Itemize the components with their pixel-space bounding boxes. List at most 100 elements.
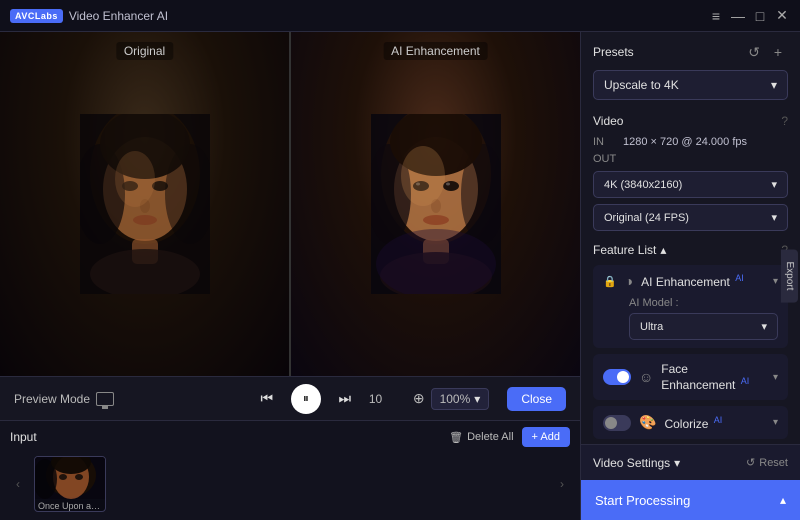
ai-enhancement-icon: ◑ (625, 273, 633, 289)
preset-dropdown[interactable]: Upscale to 4K ▾ (593, 70, 788, 100)
input-label: Input (10, 430, 37, 444)
pause-button[interactable]: ⏸ (291, 384, 321, 414)
zoom-dropdown[interactable]: 100% ▾ (431, 388, 490, 410)
refresh-presets-icon[interactable]: ↺ (748, 44, 760, 61)
trash-icon: 🗑 (449, 431, 463, 444)
start-processing-expand-icon: ▴ (780, 493, 786, 507)
input-scroll-area: ‹ (10, 453, 570, 515)
feature-list-title: Feature List ▴ (593, 243, 666, 257)
video-in-value: 1280 × 720 @ 24.000 fps (623, 136, 747, 148)
transport-controls: ⏮ ⏸ ⏭ 10 (255, 384, 393, 414)
enhanced-canvas (291, 32, 580, 376)
feature-list-section: Feature List ▴ ? 🔒 ◑ AI Enhancement AI ▾ (593, 243, 788, 444)
ai-model-chevron-icon: ▾ (761, 320, 767, 333)
feature-list-collapse-icon[interactable]: ▴ (660, 243, 666, 257)
hamburger-icon[interactable]: ≡ (708, 8, 724, 24)
add-button[interactable]: + Add (522, 427, 570, 447)
close-preview-button[interactable]: Close (507, 387, 566, 411)
export-tab[interactable]: Export (781, 250, 798, 303)
video-in-row: IN 1280 × 720 @ 24.000 fps (593, 136, 788, 148)
scroll-left-arrow[interactable]: ‹ (10, 464, 26, 504)
presets-title: Presets (593, 45, 634, 59)
start-processing-bar[interactable]: Start Processing ▴ (581, 480, 800, 520)
titlebar-left: AVCLabs Video Enhancer AI (10, 9, 168, 23)
feature-list-header: Feature List ▴ ? (593, 243, 788, 257)
preview-mode-text: Preview Mode (14, 392, 90, 406)
preset-selected: Upscale to 4K (604, 78, 679, 92)
video-out-row: OUT (593, 153, 788, 165)
preset-chevron-icon: ▾ (771, 78, 777, 92)
face-enhancement-expand-icon[interactable]: ▾ (773, 372, 778, 383)
app-container: AVCLabs Video Enhancer AI ≡ — □ ✕ Origin… (0, 0, 800, 520)
video-info-icon[interactable]: ? (781, 114, 788, 128)
app-logo: AVCLabs Video Enhancer AI (10, 9, 168, 23)
colorize-expand-icon[interactable]: ▾ (773, 417, 778, 428)
frame-counter: 10 (369, 392, 393, 406)
ai-model-label: AI Model : (629, 297, 778, 309)
maximize-button[interactable]: □ (752, 8, 768, 24)
add-preset-icon[interactable]: + (768, 42, 788, 62)
app-title: Video Enhancer AI (69, 9, 168, 23)
face-enhancement-toggle[interactable] (603, 369, 631, 385)
reset-icon: ↺ (746, 456, 755, 469)
right-panel: Export Presets ↺ + Upscale to 4K ▾ (580, 32, 800, 520)
feature-list-label: Feature List (593, 243, 656, 257)
scroll-right-arrow[interactable]: › (554, 464, 570, 504)
enhanced-video-panel: AI Enhancement (291, 32, 580, 376)
reset-button[interactable]: ↺ Reset (746, 456, 788, 469)
skip-back-button[interactable]: ⏮ (255, 387, 279, 411)
monitor-icon (96, 392, 114, 406)
ai-enhancement-subpanel: AI Model : Ultra ▾ (593, 297, 788, 348)
close-window-button[interactable]: ✕ (774, 8, 790, 24)
input-actions: 🗑 Delete All + Add (449, 427, 570, 447)
minimize-button[interactable]: — (730, 8, 746, 24)
colorize-toggle[interactable] (603, 415, 631, 431)
colorize-name: Colorize AI (664, 415, 765, 431)
ai-enhancement-header: 🔒 ◑ AI Enhancement AI ▾ (593, 265, 788, 297)
resolution-select-row: 4K (3840x2160) ▾ (593, 171, 788, 198)
zoom-icon[interactable]: ⊕ (413, 390, 425, 407)
feature-item-colorize: 🎨 Colorize AI ▾ (593, 406, 788, 439)
video-settings-chevron-icon[interactable]: ▾ (674, 456, 680, 470)
thumbnail-face (35, 457, 105, 499)
delete-all-button[interactable]: 🗑 Delete All (449, 431, 513, 444)
window-controls: ≡ — □ ✕ (708, 8, 790, 24)
right-content: Presets ↺ + Upscale to 4K ▾ Video ? (581, 32, 800, 444)
resolution-chevron-icon: ▾ (771, 178, 777, 191)
face-enhancement-icon: ☺ (639, 369, 653, 385)
zoom-chevron-icon: ▾ (474, 392, 480, 406)
ai-badge-1: AI (735, 273, 744, 283)
zoom-label: 100% (440, 392, 471, 406)
delete-all-label: Delete All (467, 431, 513, 443)
presets-actions: ↺ + (748, 42, 788, 62)
enhanced-face (371, 114, 501, 294)
original-label: Original (116, 42, 173, 60)
feature-item-face-enhancement: ☺ Face Enhancement AI ▾ (593, 354, 788, 400)
ai-enhancement-expand-icon[interactable]: ▾ (773, 276, 778, 287)
ai-enhancement-lock-icon: 🔒 (603, 275, 617, 288)
fps-selected: Original (24 FPS) (604, 212, 689, 224)
input-area: Input 🗑 Delete All + Add ‹ (0, 420, 580, 520)
skip-forward-button[interactable]: ⏭ (333, 387, 357, 411)
start-processing-label: Start Processing (595, 493, 690, 508)
video-settings-title: Video Settings ▾ (593, 456, 680, 470)
fps-select-row: Original (24 FPS) ▾ (593, 204, 788, 231)
ai-model-select[interactable]: Ultra ▾ (629, 313, 778, 340)
left-panel: Original (0, 32, 580, 520)
ai-model-selected: Ultra (640, 321, 663, 333)
face-enhancement-header: ☺ Face Enhancement AI ▾ (593, 354, 788, 400)
ai-enhancement-name: AI Enhancement AI (641, 273, 765, 289)
video-divider (289, 32, 291, 376)
colorize-icon: 🎨 (639, 414, 656, 431)
ai-badge-2: AI (741, 376, 750, 386)
ai-badge-3: AI (714, 415, 723, 425)
fps-select[interactable]: Original (24 FPS) ▾ (593, 204, 788, 231)
resolution-select[interactable]: 4K (3840x2160) ▾ (593, 171, 788, 198)
preview-mode: Preview Mode (14, 392, 114, 406)
original-video-panel: Original (0, 32, 289, 376)
thumbnail-title: Once Upon a Time in ... (35, 499, 105, 512)
thumbnail-item[interactable]: Once Upon a Time in ... (34, 456, 106, 512)
video-section-title: Video (593, 114, 623, 128)
video-section: Video ? IN 1280 × 720 @ 24.000 fps OUT 4… (593, 114, 788, 231)
video-preview: Original (0, 32, 580, 376)
